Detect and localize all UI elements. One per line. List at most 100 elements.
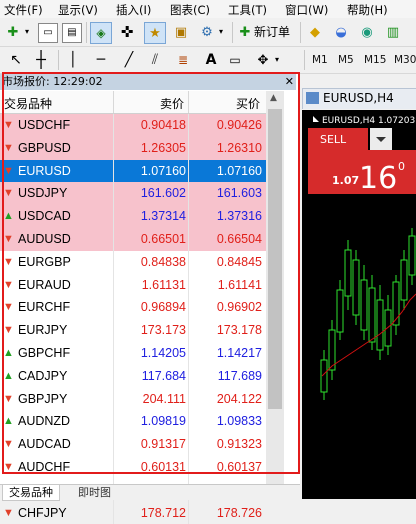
bid-price: 1.09819 [140, 414, 186, 429]
fibonacci-icon[interactable]: ≣ [174, 51, 192, 69]
navigator-icon[interactable]: ✜ [118, 23, 136, 41]
bid-price: 0.96894 [140, 300, 186, 315]
ask-price: 1.37316 [216, 209, 262, 224]
quote-row[interactable]: ▼ AUDCAD 0.91317 0.91323 [0, 433, 284, 456]
trendline-icon[interactable]: ╱ [120, 51, 138, 69]
symbol-name: AUDUSD [18, 231, 71, 246]
tab-tick-chart[interactable]: 即时图 [72, 485, 117, 500]
arrow-up-icon: ▲ [3, 346, 14, 359]
new-order-button[interactable]: 新订单 [254, 24, 298, 40]
scrollbar[interactable]: ▲ ▼ [266, 91, 284, 499]
menu-help[interactable]: 帮助(H) [347, 2, 388, 18]
quote-row[interactable]: ▲ AUDNZD 1.09819 1.09833 [0, 410, 284, 434]
text-tool-icon[interactable]: A [204, 51, 218, 69]
arrow-down-icon: ▼ [3, 187, 14, 200]
bottom-tabs: 交易品种 即时图 [0, 484, 300, 501]
dropdown-arrow-icon[interactable]: ▾ [216, 24, 226, 40]
column-symbol[interactable]: 交易品种 [4, 95, 52, 112]
chart-titlebar[interactable]: EURUSD,H4 [302, 88, 416, 109]
menu-insert[interactable]: 插入(I) [116, 2, 151, 18]
menu-chart[interactable]: 图表(C) [170, 2, 210, 18]
favorites-icon[interactable]: ★ [144, 22, 166, 44]
arrow-up-icon: ▲ [3, 415, 14, 428]
dropdown-arrow-icon[interactable]: ▾ [272, 52, 282, 68]
timeframe-m5[interactable]: M5 [338, 54, 354, 66]
label-tool-icon[interactable]: ▭ [226, 51, 244, 69]
quote-row[interactable]: ▼ EURUSD 1.07160 1.07160 [0, 159, 284, 183]
strategy-tester-icon[interactable]: ⚙ [198, 23, 216, 41]
channel-icon[interactable]: ⫽ [146, 51, 164, 69]
scroll-up-icon[interactable]: ▲ [270, 93, 277, 103]
price-small: 1.07 [332, 174, 359, 187]
ask-price: 0.96902 [216, 300, 262, 315]
timeframe-m15[interactable]: M15 [364, 54, 386, 66]
quote-row[interactable]: ▼ CHFJPY 178.712 178.726 [0, 501, 284, 524]
chart-window: EURUSD,H4 EURUSD,H4 1.07203 SELL 1.07 16… [302, 74, 416, 499]
quote-row[interactable]: ▼ EURGBP 0.84838 0.84845 [0, 250, 284, 274]
timeframe-m1[interactable]: M1 [312, 54, 328, 66]
vertical-line-icon[interactable]: │ [64, 51, 82, 69]
quote-row[interactable]: ▼ EURAUD 1.61131 1.61141 [0, 273, 284, 297]
new-chart-icon[interactable]: ✚ [4, 24, 22, 40]
quote-row[interactable]: ▼ GBPJPY 204.111 204.122 [0, 387, 284, 411]
signals-icon[interactable]: ◉ [358, 23, 376, 41]
symbol-name: USDJPY [18, 186, 68, 201]
candle-body [336, 289, 344, 333]
quote-row[interactable]: ▼ GBPUSD 1.26305 1.26310 [0, 136, 284, 160]
market-watch-icon[interactable]: ▤ [62, 23, 82, 43]
cursor-icon[interactable]: ↖ [8, 51, 24, 69]
horizontal-line-icon[interactable]: ─ [92, 51, 110, 69]
symbol-name: AUDCHF [18, 459, 71, 474]
menu-tools[interactable]: 工具(T) [228, 2, 267, 18]
quote-row[interactable]: ▼ USDCHF 0.90418 0.90426 [0, 114, 284, 137]
new-order-icon[interactable]: ✚ [236, 23, 254, 41]
bid-price: 117.684 [141, 368, 186, 383]
quote-row[interactable]: ▲ USDCAD 1.37314 1.37316 [0, 205, 284, 228]
quote-row[interactable]: ▼ EURCHF 0.96894 0.96902 [0, 296, 284, 320]
ask-price: 117.689 [217, 368, 262, 383]
autotrading-icon[interactable]: ◆ [306, 23, 324, 41]
symbol-name: USDCAD [18, 209, 71, 224]
crosshair-icon[interactable]: ┼ [32, 51, 50, 69]
chart-inner-title: EURUSD,H4 1.07203 [322, 116, 415, 126]
close-icon[interactable]: ✕ [283, 74, 294, 90]
profiles-icon[interactable]: ▭ [38, 23, 58, 43]
candle-body [384, 309, 392, 347]
column-ask[interactable]: 买价 [236, 95, 260, 112]
bid-price: 1.26305 [140, 140, 186, 155]
metaeditor-icon[interactable]: ◒ [332, 23, 350, 41]
menu-file[interactable]: 文件(F) [4, 2, 43, 18]
shapes-icon[interactable]: ✥ [254, 51, 272, 69]
candle-body [360, 279, 368, 331]
arrow-up-icon: ▲ [3, 369, 14, 382]
quote-row[interactable]: ▼ USDJPY 161.602 161.603 [0, 182, 284, 206]
ask-price: 204.122 [216, 391, 262, 406]
scrollbar-thumb[interactable] [268, 109, 282, 409]
market-watch-title: 市场报价: 12:29:02 [2, 75, 103, 88]
ask-price: 0.60137 [216, 459, 262, 474]
menu-window[interactable]: 窗口(W) [285, 2, 328, 18]
symbol-name: EURJPY [18, 323, 68, 338]
price-chart[interactable]: EURUSD,H4 1.07203 SELL 1.07 16 0 [302, 110, 416, 499]
arrow-down-icon: ▼ [3, 438, 14, 451]
symbol-name: USDCHF [18, 118, 71, 132]
ask-price: 1.14217 [216, 345, 262, 360]
dropdown-arrow-icon[interactable]: ▾ [22, 24, 32, 40]
terminal-icon[interactable]: ▣ [172, 23, 190, 41]
ask-price: 1.61141 [217, 277, 262, 292]
quote-row[interactable]: ▲ CADJPY 117.684 117.689 [0, 364, 284, 388]
quote-row[interactable]: ▲ GBPCHF 1.14205 1.14217 [0, 341, 284, 365]
menu-view[interactable]: 显示(V) [58, 2, 98, 18]
quote-row[interactable]: ▼ AUDUSD 0.66501 0.66504 [0, 227, 284, 251]
symbol-name: GBPJPY [18, 391, 68, 406]
chart-bars-icon[interactable]: ▥ [384, 23, 402, 41]
candle-body [320, 359, 328, 393]
data-window-icon[interactable]: ◈ [90, 22, 112, 44]
column-bid[interactable]: 卖价 [160, 95, 184, 112]
symbol-name: AUDNZD [18, 414, 71, 429]
timeframe-m30[interactable]: M30 [394, 54, 416, 66]
quote-row[interactable]: ▼ EURJPY 173.173 173.178 [0, 319, 284, 342]
quote-row[interactable]: ▼ AUDCHF 0.60131 0.60137 [0, 455, 284, 479]
arrow-down-icon: ▼ [3, 392, 14, 405]
bid-price: 1.07160 [140, 163, 186, 178]
